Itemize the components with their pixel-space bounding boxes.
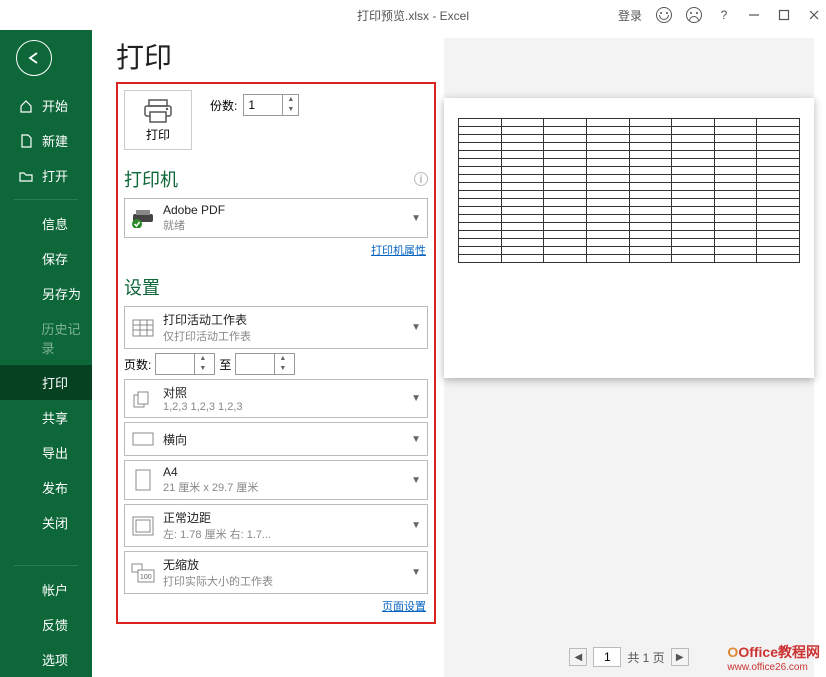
page-to-spinner[interactable]: ▲▼ — [235, 353, 295, 375]
orientation-dropdown[interactable]: 横向 ▼ — [124, 422, 428, 456]
spinner-up[interactable]: ▲ — [283, 95, 298, 105]
print-button[interactable]: 打印 — [124, 90, 192, 150]
margins-icon — [131, 514, 155, 538]
sidebar-item-saveas[interactable]: 另存为 — [0, 276, 92, 311]
minimize-button[interactable] — [746, 7, 762, 23]
highlighted-panel: 打印 份数: ▲▼ 打印机i Adobe PDF就绪 ▼ — [116, 82, 436, 624]
printer-dropdown[interactable]: Adobe PDF就绪 ▼ — [124, 198, 428, 238]
sidebar-label: 发布 — [42, 478, 68, 497]
copies-input[interactable] — [244, 98, 282, 112]
help-icon[interactable]: ? — [716, 7, 732, 23]
printer-status-icon — [131, 206, 155, 230]
pages-label: 页数: — [124, 356, 151, 373]
sidebar-item-close[interactable]: 关闭 — [0, 505, 92, 540]
sidebar-label: 打印 — [42, 373, 68, 392]
sidebar-label: 开始 — [42, 96, 68, 115]
chevron-down-icon: ▼ — [411, 393, 421, 404]
collate-icon — [131, 387, 155, 411]
page-total-label: 共 1 页 — [627, 649, 664, 666]
back-button[interactable] — [16, 40, 52, 76]
watermark: OOffice教程网 www.office26.com — [727, 642, 820, 673]
folder-icon — [18, 168, 34, 184]
scaling-dropdown[interactable]: 100 无缩放打印实际大小的工作表 ▼ — [124, 551, 428, 594]
maximize-button[interactable] — [776, 7, 792, 23]
sidebar-label: 打开 — [42, 166, 68, 185]
printer-section-title: 打印机 — [124, 166, 178, 192]
sidebar-item-print[interactable]: 打印 — [0, 365, 92, 400]
sidebar-label: 历史记录 — [42, 319, 92, 357]
sidebar-item-options[interactable]: 选项 — [0, 642, 92, 677]
chevron-down-icon: ▼ — [411, 434, 421, 445]
smile-icon[interactable] — [656, 7, 672, 23]
sidebar-item-info[interactable]: 信息 — [0, 206, 92, 241]
sidebar-item-feedback[interactable]: 反馈 — [0, 607, 92, 642]
sidebar-label: 帐户 — [42, 580, 68, 599]
chevron-down-icon: ▼ — [411, 475, 421, 486]
print-scope-dropdown[interactable]: 打印活动工作表仅打印活动工作表 ▼ — [124, 306, 428, 349]
chevron-down-icon: ▼ — [411, 567, 421, 578]
sidebar-label: 新建 — [42, 131, 68, 150]
spinner-down[interactable]: ▼ — [283, 105, 298, 115]
backstage-sidebar: 开始 新建 打开 信息 保存 另存为 历史记录 打印 共享 导出 发布 关闭 帐… — [0, 30, 92, 677]
sidebar-label: 共享 — [42, 408, 68, 427]
preview-table: document.write(Array.from({length:18},()… — [458, 118, 800, 263]
sidebar-item-publish[interactable]: 发布 — [0, 470, 92, 505]
print-button-label: 打印 — [146, 126, 170, 143]
sidebar-label: 导出 — [42, 443, 68, 462]
sidebar-label: 保存 — [42, 249, 68, 268]
sidebar-item-share[interactable]: 共享 — [0, 400, 92, 435]
login-link[interactable]: 登录 — [618, 7, 642, 24]
scaling-icon: 100 — [131, 561, 155, 585]
page-to-input[interactable] — [236, 357, 274, 371]
print-preview-area: document.write(Array.from({length:18},()… — [444, 38, 814, 677]
sidebar-label: 关闭 — [42, 513, 68, 532]
printer-icon — [143, 98, 173, 124]
prev-page-button[interactable]: ◀ — [569, 648, 587, 666]
page-title: 打印 — [116, 36, 436, 76]
worksheet-icon — [131, 316, 155, 340]
sidebar-label: 信息 — [42, 214, 68, 233]
sidebar-item-save[interactable]: 保存 — [0, 241, 92, 276]
page-from-spinner[interactable]: ▲▼ — [155, 353, 215, 375]
sidebar-label: 另存为 — [42, 284, 81, 303]
sad-icon[interactable] — [686, 7, 702, 23]
current-page-input[interactable] — [593, 647, 621, 667]
copies-label: 份数: — [210, 97, 237, 114]
window-title: 打印预览.xlsx - Excel — [357, 7, 469, 24]
margins-dropdown[interactable]: 正常边距左: 1.78 厘米 右: 1.7... ▼ — [124, 504, 428, 547]
sidebar-item-history[interactable]: 历史记录 — [0, 311, 92, 365]
sidebar-item-export[interactable]: 导出 — [0, 435, 92, 470]
sidebar-item-home[interactable]: 开始 — [0, 88, 92, 123]
collate-dropdown[interactable]: 对照1,2,3 1,2,3 1,2,3 ▼ — [124, 379, 428, 418]
page-setup-link[interactable]: 页面设置 — [124, 598, 426, 614]
settings-section-title: 设置 — [124, 274, 160, 300]
sidebar-item-open[interactable]: 打开 — [0, 158, 92, 193]
svg-text:100: 100 — [140, 574, 152, 581]
paper-size-dropdown[interactable]: A421 厘米 x 29.7 厘米 ▼ — [124, 460, 428, 500]
home-icon — [18, 98, 34, 114]
printer-status: 就绪 — [163, 217, 411, 233]
chevron-down-icon: ▼ — [411, 520, 421, 531]
page-icon — [131, 468, 155, 492]
title-bar: 打印预览.xlsx - Excel 登录 ? — [0, 0, 826, 30]
info-icon[interactable]: i — [414, 172, 428, 186]
printer-properties-link[interactable]: 打印机属性 — [124, 242, 426, 258]
sidebar-item-new[interactable]: 新建 — [0, 123, 92, 158]
page-from-input[interactable] — [156, 357, 194, 371]
chevron-down-icon: ▼ — [411, 213, 421, 224]
pages-to-label: 至 — [219, 356, 231, 373]
sidebar-label: 反馈 — [42, 615, 68, 634]
sidebar-item-account[interactable]: 帐户 — [0, 572, 92, 607]
new-icon — [18, 133, 34, 149]
printer-name: Adobe PDF — [163, 203, 411, 217]
next-page-button[interactable]: ▶ — [671, 648, 689, 666]
chevron-down-icon: ▼ — [411, 322, 421, 333]
preview-page: document.write(Array.from({length:18},()… — [444, 98, 814, 378]
copies-spinner[interactable]: ▲▼ — [243, 94, 299, 116]
landscape-icon — [131, 427, 155, 451]
sidebar-label: 选项 — [42, 650, 68, 669]
close-button[interactable] — [806, 7, 822, 23]
